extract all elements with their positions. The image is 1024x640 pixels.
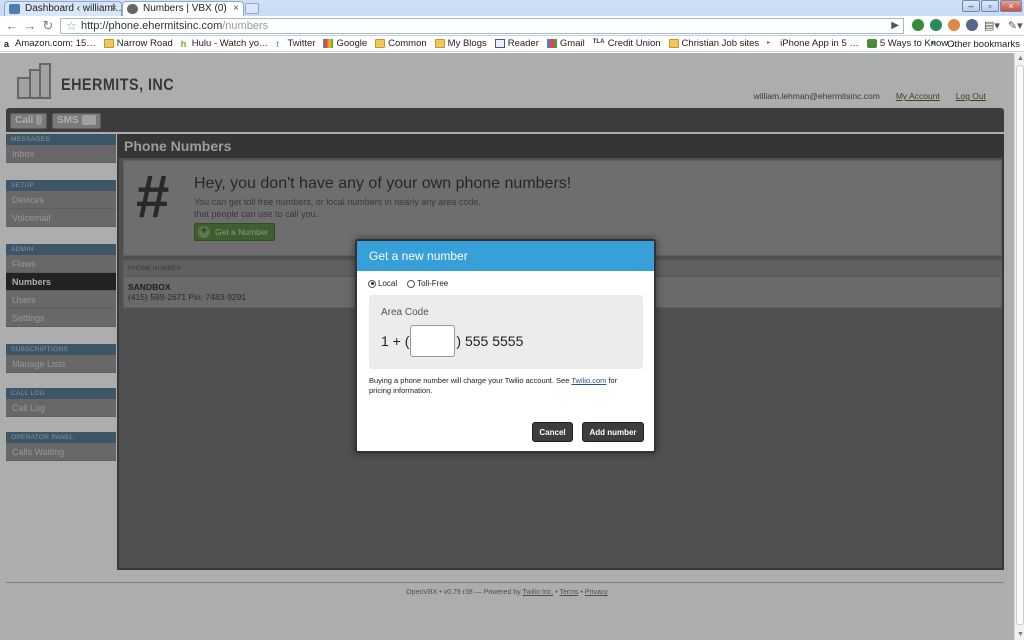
url-host: http://phone.ehermitsinc.com xyxy=(81,20,223,32)
radio-empty-icon xyxy=(407,279,416,288)
bookmark-label: Narrow Road xyxy=(116,38,173,49)
add-number-button[interactable]: Add number xyxy=(582,422,644,442)
twilio-com-link[interactable]: Twilio.com xyxy=(571,376,606,385)
bookmark-reader[interactable]: Reader xyxy=(494,38,539,49)
area-code-input[interactable] xyxy=(410,325,456,357)
bookmark-label: Amazon.com: 15… xyxy=(15,38,96,49)
extension-icon[interactable] xyxy=(966,19,978,31)
tla-icon: TLA xyxy=(592,39,605,45)
folder-icon xyxy=(375,39,386,48)
reader-icon xyxy=(494,39,505,48)
browser-chrome: Dashboard ‹ williaml… × Numbers | VBX (0… xyxy=(0,0,1024,52)
bookmark-iphone-app[interactable]: ▸ iPhone App in 5 … xyxy=(767,38,859,49)
wrench-icon[interactable]: ✎▾ xyxy=(1008,19,1023,32)
app-icon: ▸ xyxy=(767,40,771,46)
bookmark-narrow-road[interactable]: Narrow Road xyxy=(103,38,173,49)
link-icon xyxy=(866,39,877,48)
bookmark-label: Google xyxy=(336,38,368,49)
folder-icon xyxy=(668,39,679,48)
scroll-up-icon[interactable]: ▲ xyxy=(1017,55,1024,62)
bookmark-label: Common xyxy=(388,38,427,49)
bookmark-label: Reader xyxy=(507,38,539,49)
extension-icon[interactable] xyxy=(948,19,960,31)
extension-icon[interactable] xyxy=(930,19,942,31)
tab-numbers[interactable]: Numbers | VBX (0) × xyxy=(122,1,244,16)
bookmark-label: Hulu - Watch yo… xyxy=(191,38,269,49)
area-code-box: Area Code 1 + ( ) 555 5555 xyxy=(369,295,643,369)
forward-icon[interactable]: → xyxy=(22,18,38,34)
bookmark-label: Gmail xyxy=(559,38,585,49)
note-text: Buying a phone number will charge your T… xyxy=(369,376,570,385)
bookmark-twitter[interactable]: t Twitter xyxy=(277,38,316,49)
local-radio[interactable]: Local xyxy=(368,279,397,288)
cancel-button[interactable]: Cancel xyxy=(532,422,573,442)
page-menu-icon[interactable]: ▤▾ xyxy=(984,19,1000,32)
tab-dashboard[interactable]: Dashboard ‹ williaml… × xyxy=(4,1,122,16)
back-icon[interactable]: ← xyxy=(4,18,20,34)
page-scrollbar[interactable]: ▲ ▼ xyxy=(1014,53,1024,640)
number-type-options: Local Toll-Free xyxy=(368,279,448,288)
folder-icon xyxy=(934,40,944,49)
bookmark-label: My Blogs xyxy=(447,38,487,49)
reload-icon[interactable]: ↻ xyxy=(40,18,56,34)
bookmark-hulu[interactable]: h Hulu - Watch yo… xyxy=(181,38,269,49)
window-controls: – ▫ × xyxy=(962,0,1022,12)
bookmark-google[interactable]: Google xyxy=(323,38,367,49)
billing-note: Buying a phone number will charge your T… xyxy=(369,376,639,396)
bookmark-amazon[interactable]: a Amazon.com: 15… xyxy=(4,38,96,49)
tab-strip: Dashboard ‹ williaml… × Numbers | VBX (0… xyxy=(0,0,1024,16)
local-label: Local xyxy=(378,279,398,288)
extension-icons xyxy=(912,19,978,31)
gmail-icon xyxy=(546,39,557,48)
maximize-icon[interactable]: ▫ xyxy=(981,0,999,12)
bookmark-label: Other bookmarks xyxy=(947,38,1020,50)
minimize-icon[interactable]: – xyxy=(962,0,980,12)
wordpress-icon xyxy=(9,4,20,14)
toll-free-radio[interactable]: Toll-Free xyxy=(407,279,448,288)
amazon-icon: a xyxy=(4,39,10,49)
google-icon xyxy=(323,39,334,48)
bookmark-label: Credit Union xyxy=(607,38,661,49)
get-number-dialog: Get a new number Local Toll-Free Area Co… xyxy=(355,239,656,453)
dialog-title: Get a new number xyxy=(357,241,654,271)
go-icon[interactable]: ▶ xyxy=(891,19,899,33)
phone-prefix: 1 + ( xyxy=(381,333,410,349)
extension-icon[interactable] xyxy=(912,19,924,31)
area-code-label: Area Code xyxy=(381,307,429,318)
browser-toolbar: ← → ↻ ☆ http://phone.ehermitsinc.com/num… xyxy=(0,16,1024,36)
new-tab-button[interactable] xyxy=(245,3,259,14)
close-icon[interactable]: × xyxy=(233,2,239,16)
star-icon[interactable]: ☆ xyxy=(66,19,77,33)
close-icon[interactable]: × xyxy=(111,2,117,16)
phone-suffix: ) 555 5555 xyxy=(456,333,524,349)
radio-selected-icon xyxy=(368,279,376,288)
bookmarks-bar: a Amazon.com: 15… Narrow Road h Hulu - Wat… xyxy=(0,36,1024,52)
phone-format: 1 + ( ) 555 5555 xyxy=(381,325,523,357)
twitter-icon: t xyxy=(276,39,280,49)
tab-title: Numbers | VBX (0) xyxy=(143,3,227,14)
bookmark-christian-job-sites[interactable]: Christian Job sites xyxy=(668,38,760,49)
folder-icon xyxy=(103,39,114,48)
bookmark-my-blogs[interactable]: My Blogs xyxy=(434,38,487,49)
url-path: /numbers xyxy=(222,20,269,32)
bookmark-label: iPhone App in 5 … xyxy=(780,38,859,49)
address-bar[interactable]: ☆ http://phone.ehermitsinc.com/numbers ▶ xyxy=(60,18,904,34)
bookmark-gmail[interactable]: Gmail xyxy=(546,38,585,49)
window-close-icon[interactable]: × xyxy=(1000,0,1022,12)
other-bookmarks[interactable]: Other bookmarks xyxy=(934,36,1020,52)
folder-icon xyxy=(434,39,445,48)
browser-menus: ▤▾ ✎▾ xyxy=(984,19,1023,32)
bookmark-label: Twitter xyxy=(287,38,316,49)
scroll-down-icon[interactable]: ▼ xyxy=(1017,631,1024,638)
bookmark-credit-union[interactable]: TLA Credit Union xyxy=(593,38,661,49)
bookmark-label: Christian Job sites xyxy=(681,38,760,49)
scroll-thumb[interactable] xyxy=(1016,65,1024,625)
hulu-icon: h xyxy=(180,39,187,49)
bookmark-common[interactable]: Common xyxy=(375,38,427,49)
toll-free-label: Toll-Free xyxy=(417,279,449,288)
phone-icon xyxy=(127,4,138,14)
tab-title: Dashboard ‹ williaml… xyxy=(25,3,122,14)
